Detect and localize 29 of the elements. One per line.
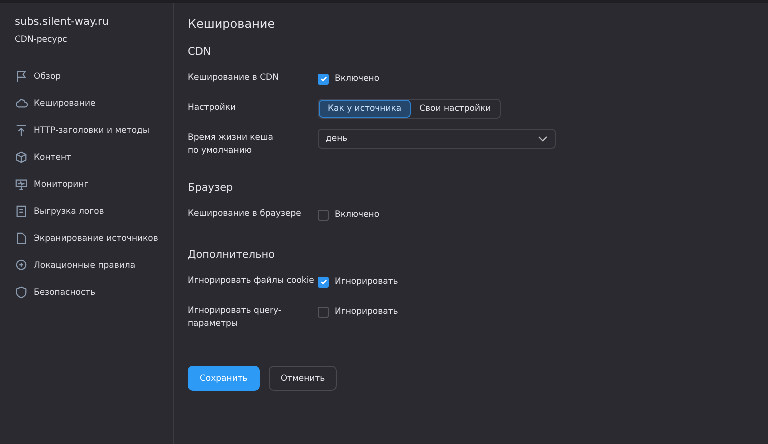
field-label: Настройки: [188, 102, 238, 115]
resource-name: subs.silent-way.ru: [15, 16, 110, 28]
segment-option[interactable]: Как у источника: [319, 100, 411, 118]
sidebar-item[interactable]: Экранирование источников: [15, 225, 173, 252]
checkbox-label: Игнорировать: [335, 277, 398, 287]
field-label: Кеширование в CDN: [188, 72, 280, 85]
resource-type: CDN-ресурс: [15, 35, 68, 45]
sidebar-item[interactable]: Выгрузка логов: [15, 198, 173, 225]
section-title: Браузер: [188, 182, 234, 194]
field-label: Игнорировать файлы cookie: [188, 275, 316, 288]
sidebar-item[interactable]: Локационные правила: [15, 252, 173, 279]
checkbox-label: Игнорировать: [335, 307, 398, 317]
sidebar-item[interactable]: Безопасность: [15, 279, 173, 306]
field-label: Кеширование в браузере: [188, 208, 302, 221]
checkbox-label: Включено: [335, 74, 380, 84]
field-label: Игнорировать query- параметры: [188, 305, 282, 331]
sidebar-item[interactable]: Кеширование: [15, 90, 173, 117]
checkbox-label: Включено: [335, 210, 380, 220]
segment-option[interactable]: Свои настройки: [410, 100, 500, 118]
cancel-button[interactable]: Отменить: [268, 366, 338, 391]
section-title: Дополнительно: [188, 249, 276, 261]
sidebar-item[interactable]: Мониторинг: [15, 171, 173, 198]
sidebar-item[interactable]: Обзор: [15, 63, 173, 90]
page-title: Кеширование: [188, 17, 276, 31]
select-field[interactable]: день: [318, 129, 556, 149]
field-label: Время жизни кеша по умолчанию: [188, 132, 275, 158]
section-title: CDN: [188, 46, 212, 58]
sidebar-item[interactable]: HTTP-заголовки и методы: [15, 117, 173, 144]
sidebar-item[interactable]: Контент: [15, 144, 173, 171]
